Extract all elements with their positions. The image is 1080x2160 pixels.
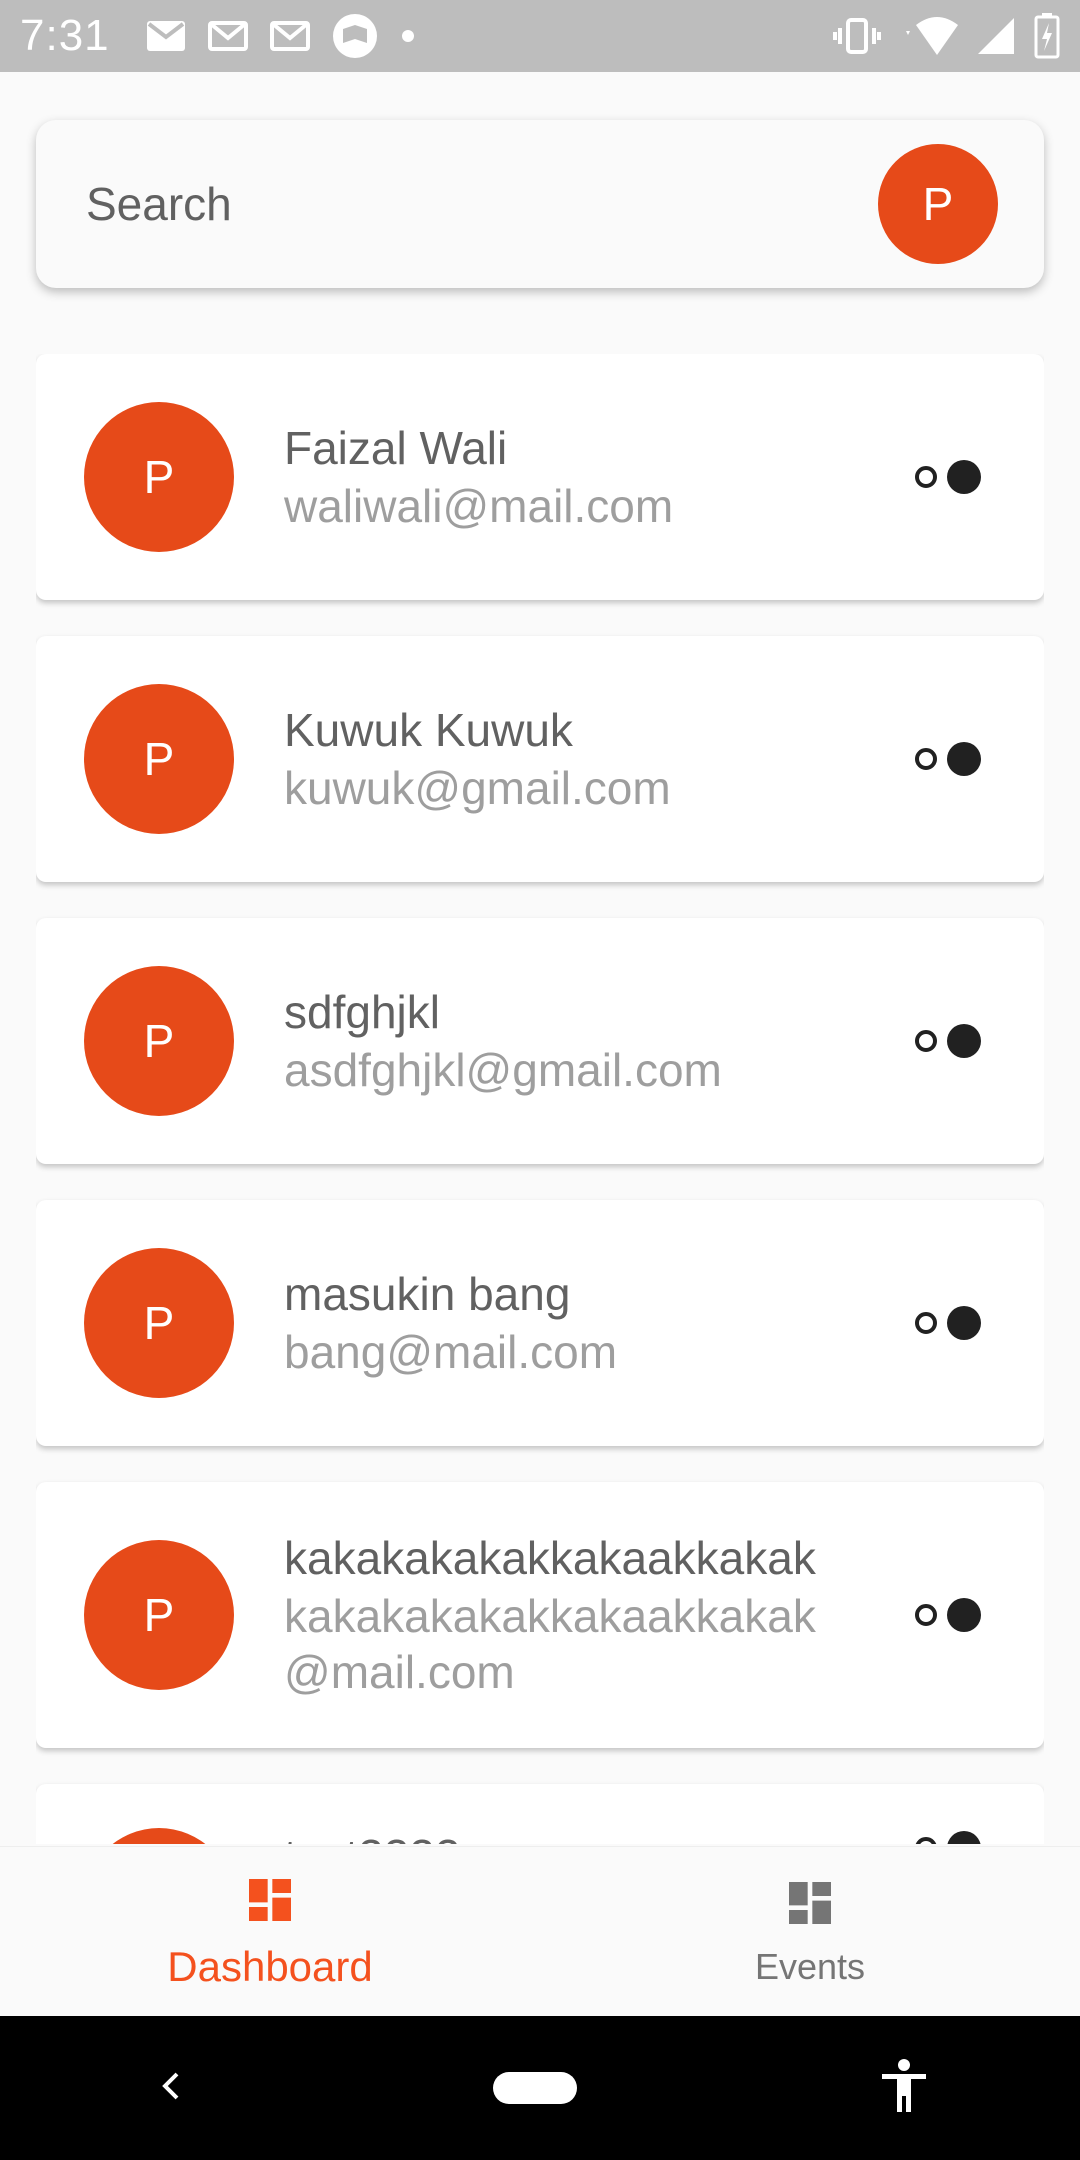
user-info: test2222 (284, 1828, 914, 1844)
user-email: asdfghjkl@gmail.com (284, 1044, 722, 1096)
user-avatar: P (84, 1248, 234, 1398)
system-navigation-bar (0, 2016, 1080, 2160)
user-info: kakakakakakkakaakkakak kakakakakakkakaak… (284, 1530, 914, 1700)
email-icon (146, 20, 186, 52)
dashboard-icon (242, 1872, 298, 1933)
battery-charging-icon (1034, 13, 1060, 59)
vibrate-icon (832, 16, 882, 56)
toggle-icon[interactable] (914, 457, 984, 497)
user-card[interactable]: P sdfghjkl asdfghjkl@gmail.com (36, 918, 1044, 1164)
toggle-icon[interactable] (914, 1021, 984, 1061)
user-card[interactable]: P test2222 (36, 1784, 1044, 1844)
user-email: bang@mail.com (284, 1326, 618, 1378)
user-name: kakakakakakkakaakkakak (284, 1532, 816, 1584)
user-name: Kuwuk Kuwuk (284, 704, 573, 756)
search-bar: P (36, 120, 1044, 288)
toggle-icon[interactable] (914, 1828, 984, 1844)
photos-icon (332, 13, 378, 59)
bottom-navigation: Dashboard Events (0, 1846, 1080, 2016)
gmail-icon (207, 20, 248, 52)
user-list[interactable]: P Faizal Wali waliwali@mail.com P Kuwuk … (36, 354, 1044, 1844)
user-card[interactable]: P kakakakakakkakaakkakak kakakakakakkaka… (36, 1482, 1044, 1748)
user-info: sdfghjkl asdfghjkl@gmail.com (284, 984, 914, 1098)
user-email: waliwali@mail.com (284, 480, 674, 532)
user-info: Kuwuk Kuwuk kuwuk@gmail.com (284, 702, 914, 816)
toggle-icon[interactable] (914, 1595, 984, 1635)
user-avatar: P (84, 402, 234, 552)
dot-icon (400, 28, 416, 44)
user-avatar: P (84, 1828, 234, 1844)
user-name: Faizal Wali (284, 422, 508, 474)
user-email: kuwuk@gmail.com (284, 762, 671, 814)
user-name: test2222 (284, 1828, 914, 1844)
back-icon[interactable] (151, 2066, 191, 2111)
status-bar: 7:31 (0, 0, 1080, 72)
gmail-icon (269, 20, 310, 52)
system-status-icons (832, 13, 1060, 59)
user-name: masukin bang (284, 1268, 571, 1320)
accessibility-icon[interactable] (879, 2058, 929, 2119)
app-screen: 7:31 Search P P Faizal Wali waliwali@mai… (0, 0, 1080, 2160)
user-card[interactable]: P masukin bang bang@mail.com (36, 1200, 1044, 1446)
user-card[interactable]: P Faizal Wali waliwali@mail.com (36, 354, 1044, 600)
user-name: sdfghjkl (284, 986, 440, 1038)
nav-label-dashboard: Dashboard (167, 1943, 373, 1990)
user-avatar: P (84, 966, 234, 1116)
nav-dashboard[interactable]: Dashboard (0, 1847, 540, 2016)
status-time: 7:31 (20, 11, 110, 60)
toggle-icon[interactable] (914, 739, 984, 779)
user-avatar: P (84, 684, 234, 834)
user-info: Faizal Wali waliwali@mail.com (284, 420, 914, 534)
toggle-icon[interactable] (914, 1303, 984, 1343)
search-input[interactable] (86, 177, 878, 231)
home-button[interactable] (493, 2072, 577, 2104)
wifi-icon (900, 15, 958, 57)
dashboard-icon (782, 1875, 838, 1936)
user-info: masukin bang bang@mail.com (284, 1266, 914, 1380)
signal-icon (976, 16, 1016, 56)
user-avatar: P (84, 1540, 234, 1690)
user-card[interactable]: P Kuwuk Kuwuk kuwuk@gmail.com (36, 636, 1044, 882)
profile-avatar[interactable]: P (878, 144, 998, 264)
nav-events[interactable]: Events (540, 1847, 1080, 2016)
notification-icons (146, 13, 416, 59)
nav-label-events: Events (754, 1946, 866, 1987)
user-email: kakakakakakkakaakkakak @mail.com (284, 1590, 816, 1698)
